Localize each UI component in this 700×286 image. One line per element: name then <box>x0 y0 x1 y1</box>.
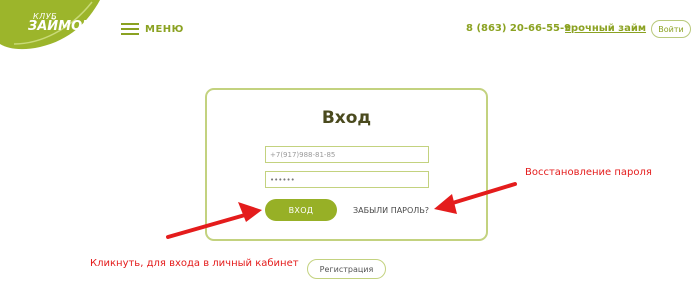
password-input[interactable]: •••••• <box>265 171 429 188</box>
annotation-click-to-login: Кликнуть, для входа в личный кабинет <box>90 258 299 269</box>
login-form-card: Вход +7(917)988-81-85 •••••• ВХОД ЗАБЫЛИ… <box>205 88 488 241</box>
menu-label: МЕНЮ <box>145 23 184 35</box>
phone-input[interactable]: +7(917)988-81-85 <box>265 146 429 163</box>
register-button[interactable]: Регистрация <box>307 259 386 279</box>
hamburger-icon <box>121 22 139 36</box>
urgent-loan-link[interactable]: срочный займ <box>565 23 646 34</box>
submit-login-button[interactable]: ВХОД <box>265 199 337 221</box>
logo-text-main: ЗАЙМОВ <box>28 19 93 34</box>
phone-number[interactable]: 8 (863) 20-66-55-9 <box>466 23 571 34</box>
annotation-restore-password: Восстановление пароля <box>525 167 652 178</box>
menu-button[interactable]: МЕНЮ <box>121 21 184 37</box>
form-title: Вход <box>321 108 372 128</box>
forgot-password-link[interactable]: ЗАБЫЛИ ПАРОЛЬ? <box>353 206 429 215</box>
login-button[interactable]: Войти <box>651 20 691 38</box>
logo[interactable]: КЛУБ ЗАЙМОВ <box>0 0 100 56</box>
